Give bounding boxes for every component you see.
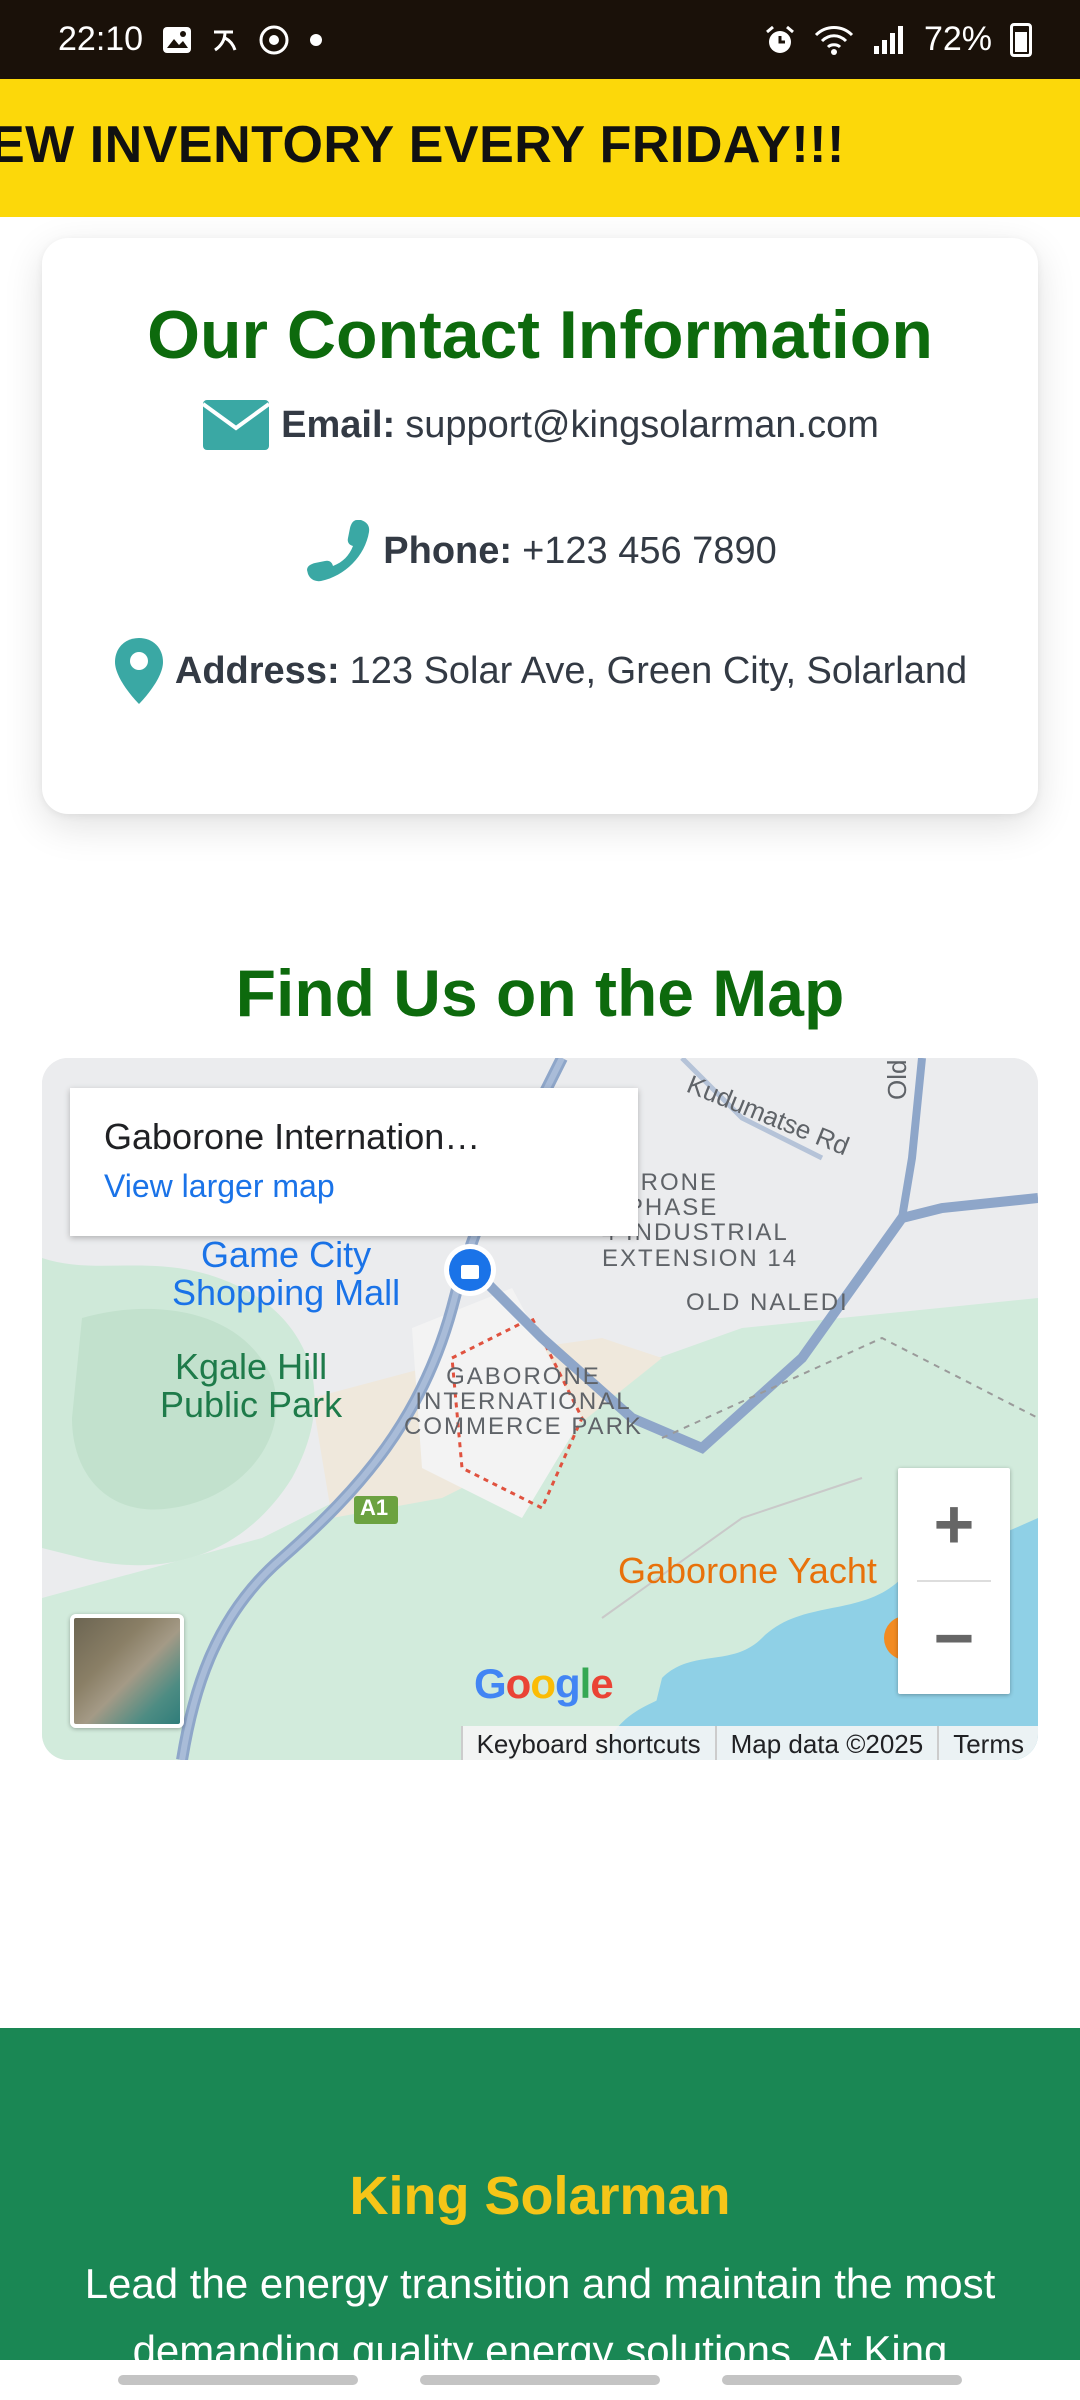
map-label-yacht[interactable]: Gaborone Yacht <box>618 1552 877 1590</box>
signal-icon <box>872 24 906 56</box>
map-label-line: EXTENSION 14 <box>602 1244 799 1272</box>
map-label-game-city[interactable]: Game City Shopping Mall <box>172 1236 400 1312</box>
map-zoom-control: + − <box>898 1468 1010 1694</box>
contact-email-row: Email: support@kingsolarman.com <box>42 398 1038 452</box>
map-footer: Keyboard shortcuts Map data ©2025 Terms <box>460 1726 1038 1760</box>
system-nav-bar <box>0 2360 1080 2400</box>
map-place-title: Gaborone Internation… <box>104 1116 481 1157</box>
map-label-a1: A1 <box>360 1495 389 1520</box>
gallery-icon <box>161 24 193 56</box>
promo-text: EW INVENTORY EVERY FRIDAY!!! <box>0 116 845 174</box>
site-footer: King Solarman Lead the energy transition… <box>0 2028 1080 2400</box>
map-label-line: Kgale Hill <box>175 1346 328 1387</box>
battery-percent: 72% <box>923 20 992 58</box>
map-heading: Find Us on the Map <box>235 956 845 1030</box>
map-data-text: Map data ©2025 <box>714 1726 938 1760</box>
map-label-old-lobatse: Old Loba <box>882 1058 912 1100</box>
map-label-line: Public Park <box>160 1383 343 1425</box>
status-bar: 22:10 72% <box>0 0 1080 79</box>
terms-link[interactable]: Terms <box>937 1726 1038 1760</box>
map-label-line: INTERNATIONAL <box>415 1388 632 1416</box>
contact-address-row: Address: 123 Solar Ave, Green City, Sola… <box>42 636 1038 706</box>
alarm-icon <box>764 24 796 56</box>
status-time: 22:10 <box>58 20 144 58</box>
wifi-icon <box>814 24 854 56</box>
app-icon <box>211 26 239 54</box>
nav-home-pill[interactable] <box>420 2375 660 2385</box>
phone-value[interactable]: +123 456 7890 <box>522 530 777 573</box>
email-label: Email: <box>281 403 396 446</box>
map-label-commerce-park[interactable]: GABORONE INTERNATIONAL COMMERCE PARK <box>404 1364 643 1440</box>
nav-back-pill[interactable] <box>118 2375 358 2385</box>
map-label-line: COMMERCE PARK <box>404 1413 643 1441</box>
map-label-kgale-hill[interactable]: Kgale Hill Public Park <box>160 1348 342 1424</box>
contact-phone-row: Phone: +123 456 7890 <box>42 516 1038 586</box>
address-value: 123 Solar Ave, Green City, Solarland <box>349 649 968 692</box>
phone-label: Phone: <box>383 529 513 572</box>
contact-card: Our Contact Information Email: support@k… <box>42 238 1038 814</box>
map-pin-icon <box>114 638 163 704</box>
satellite-toggle-button[interactable] <box>70 1614 184 1728</box>
envelope-icon <box>201 400 271 450</box>
embedded-map[interactable]: Game City Shopping Mall Kgale Hill Publi… <box>42 1058 1038 1760</box>
map-label-line: Shopping Mall <box>172 1271 401 1313</box>
battery-icon <box>1010 22 1032 57</box>
footer-title: King Solarman <box>349 2166 731 2226</box>
sync-icon <box>257 23 291 57</box>
view-larger-map-link[interactable]: View larger map <box>104 1168 604 1205</box>
keyboard-shortcuts-link[interactable]: Keyboard shortcuts <box>460 1726 715 1760</box>
address-label: Address: <box>174 649 340 692</box>
map-label-line: Game City <box>201 1234 372 1275</box>
map-label-line: GABORONE <box>446 1363 601 1390</box>
nav-recents-pill[interactable] <box>722 2375 962 2385</box>
phone-icon <box>307 520 370 582</box>
email-value[interactable]: support@kingsolarman.com <box>405 404 879 447</box>
contact-title: Our Contact Information <box>147 297 933 373</box>
map-info-box: Gaborone Internation… View larger map <box>70 1088 638 1236</box>
map-label-old-naledi[interactable]: OLD NALEDI <box>686 1290 849 1315</box>
zoom-out-button[interactable]: − <box>898 1582 1010 1694</box>
dot-icon <box>309 33 323 47</box>
google-logo: Google <box>474 1660 614 1707</box>
zoom-in-button[interactable]: + <box>898 1468 1010 1580</box>
promo-banner: EW INVENTORY EVERY FRIDAY!!! <box>0 79 1080 217</box>
